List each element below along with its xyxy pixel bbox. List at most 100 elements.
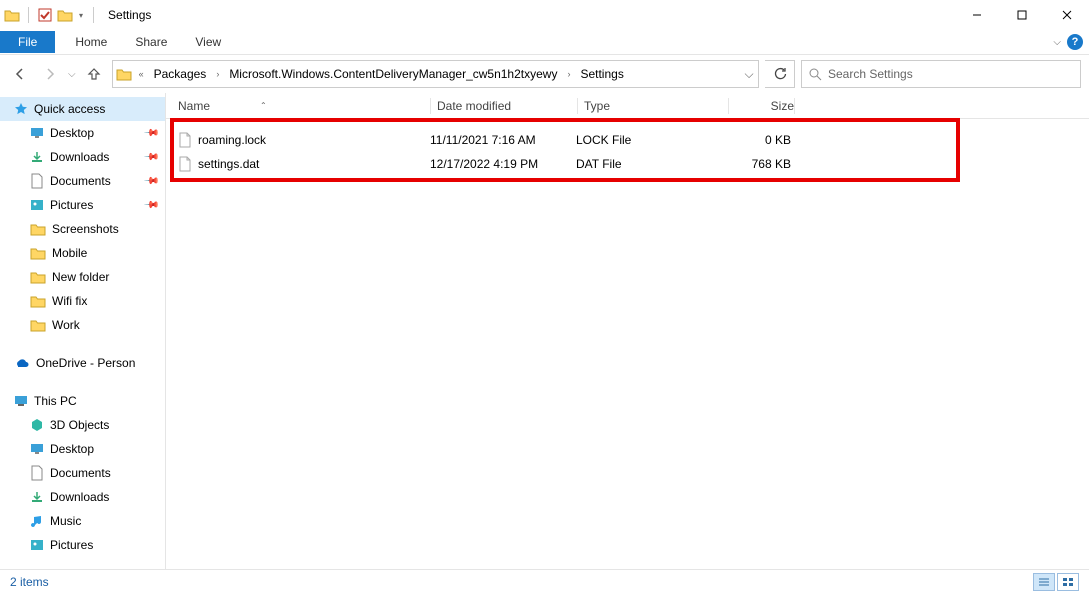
sidebar-item-label: Music [50,514,81,528]
sidebar-item-screenshots[interactable]: Screenshots [0,217,165,241]
sidebar-item-label: Work [52,318,80,332]
folder-icon [30,318,46,332]
desktop-icon [30,443,44,455]
close-button[interactable] [1044,0,1089,30]
file-date: 12/17/2022 4:19 PM [430,157,538,171]
col-size[interactable]: Size [771,99,794,113]
up-button[interactable] [82,62,106,86]
address-dropdown-icon[interactable]: ⌵ [740,67,758,82]
forward-button[interactable] [38,62,62,86]
sidebar-item-pc-downloads[interactable]: Downloads [0,485,165,509]
download-icon [30,490,44,504]
cloud-icon [14,357,30,369]
file-tab[interactable]: File [0,31,55,53]
download-icon [30,150,44,164]
minimize-button[interactable] [954,0,999,30]
file-icon [178,132,192,148]
sidebar-item-3dobjects[interactable]: 3D Objects [0,413,165,437]
sidebar-item-label: Desktop [50,126,94,140]
sidebar-item-label: 3D Objects [50,418,109,432]
view-details-button[interactable] [1033,573,1055,591]
file-type: DAT File [576,157,622,171]
qat-dropdown-icon[interactable]: ▾ [77,11,85,20]
recent-locations-icon[interactable]: ⌵ [68,69,76,80]
star-icon [14,102,28,116]
search-box[interactable]: Search Settings [801,60,1081,88]
sidebar-item-downloads[interactable]: Downloads📌 [0,145,165,169]
folder-icon [30,246,46,260]
cube-icon [30,418,44,432]
pin-icon: 📌 [142,125,159,142]
sidebar-quick-access[interactable]: Quick access [0,97,165,121]
breadcrumb-seg-0[interactable]: Packages [148,67,213,81]
col-name[interactable]: Name [178,99,210,113]
view-thumbnails-button[interactable] [1057,573,1079,591]
breadcrumb-seg-1[interactable]: Microsoft.Windows.ContentDeliveryManager… [223,67,563,81]
column-headers: Name ⌃ Date modified Type Size [166,93,1089,119]
file-row[interactable]: roaming.lock 11/11/2021 7:16 AM LOCK Fil… [166,129,1089,151]
col-type[interactable]: Type [584,99,610,113]
sidebar-item-label: Documents [50,466,111,480]
pictures-icon [30,199,44,211]
pin-icon: 📌 [142,197,159,214]
checkbox-icon[interactable] [37,7,53,23]
sidebar-item-wififix[interactable]: Wifi fix [0,289,165,313]
col-date[interactable]: Date modified [437,99,511,113]
ribbon-tabs: File Home Share View ⌵ ? [0,30,1089,55]
breadcrumb-seg-2[interactable]: Settings [574,67,629,81]
file-type: LOCK File [576,133,631,147]
sidebar-item-newfolder[interactable]: New folder [0,265,165,289]
sidebar-item-label: Downloads [50,490,109,504]
title-bar: ▾ Settings [0,0,1089,30]
sidebar-item-label: This PC [34,394,77,408]
sidebar-item-label: Desktop [50,442,94,456]
sidebar-item-label: Pictures [50,538,93,552]
sidebar-item-pictures[interactable]: Pictures📌 [0,193,165,217]
file-list-area: Name ⌃ Date modified Type Size roaming.l… [166,93,1089,569]
sidebar-item-pc-desktop[interactable]: Desktop [0,437,165,461]
refresh-button[interactable] [765,60,795,88]
sort-indicator-icon: ⌃ [260,101,267,110]
sidebar-item-label: Mobile [52,246,87,260]
main-area: Quick access Desktop📌 Downloads📌 Documen… [0,93,1089,569]
chevron-right-icon[interactable]: › [212,69,223,79]
chevron-right-icon[interactable]: › [563,69,574,79]
folder-icon [4,7,20,23]
sidebar-item-documents[interactable]: Documents📌 [0,169,165,193]
sidebar-item-mobile[interactable]: Mobile [0,241,165,265]
search-placeholder: Search Settings [828,67,913,81]
file-size: 0 KB [765,133,791,147]
sidebar-item-label: Documents [50,174,111,188]
sidebar-item-desktop[interactable]: Desktop 📌 [0,121,165,145]
documents-icon [30,173,44,189]
maximize-button[interactable] [999,0,1044,30]
sidebar-item-label: Quick access [34,102,105,116]
file-name: settings.dat [198,157,259,171]
sidebar-item-pc-documents[interactable]: Documents [0,461,165,485]
tab-home[interactable]: Home [61,31,121,53]
breadcrumb-overflow[interactable]: « [135,69,148,79]
sidebar-item-work[interactable]: Work [0,313,165,337]
status-bar: 2 items [0,569,1089,593]
back-button[interactable] [8,62,32,86]
sidebar-this-pc[interactable]: This PC [0,389,165,413]
desktop-icon [30,127,44,139]
ribbon-collapse-icon[interactable]: ⌵ [1053,37,1061,48]
search-icon [808,67,822,81]
file-size: 768 KB [752,157,791,171]
sidebar-item-label: Downloads [50,150,109,164]
sidebar-item-pc-music[interactable]: Music [0,509,165,533]
sidebar-item-label: OneDrive - Person [36,356,135,370]
folder-icon-small [57,7,73,23]
tab-view[interactable]: View [181,31,235,53]
help-icon[interactable]: ? [1067,34,1083,50]
sidebar-item-label: Wifi fix [52,294,87,308]
sidebar: Quick access Desktop📌 Downloads📌 Documen… [0,93,166,569]
documents-icon [30,465,44,481]
address-bar[interactable]: « Packages › Microsoft.Windows.ContentDe… [112,60,759,88]
sidebar-onedrive[interactable]: OneDrive - Person [0,351,165,375]
tab-share[interactable]: Share [121,31,181,53]
file-row[interactable]: settings.dat 12/17/2022 4:19 PM DAT File… [166,153,1089,175]
sidebar-item-pc-pictures[interactable]: Pictures [0,533,165,557]
pictures-icon [30,539,44,551]
